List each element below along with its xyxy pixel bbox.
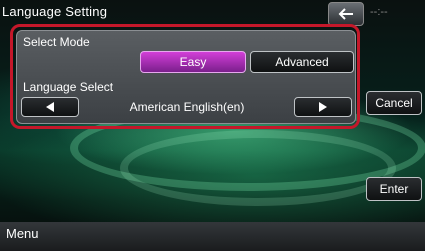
page-title: Language Setting (2, 4, 108, 19)
back-arrow-icon (338, 8, 353, 20)
menu-bar (0, 222, 425, 251)
highlight-frame (10, 24, 360, 129)
screen: Language Setting --:-- Select Mode Easy … (0, 0, 425, 251)
background-swirl (120, 130, 396, 206)
clock: --:-- (370, 6, 388, 18)
enter-button[interactable]: Enter (366, 177, 422, 201)
menu-button[interactable]: Menu (6, 226, 39, 241)
cancel-button[interactable]: Cancel (366, 91, 422, 115)
back-button[interactable] (328, 2, 364, 26)
